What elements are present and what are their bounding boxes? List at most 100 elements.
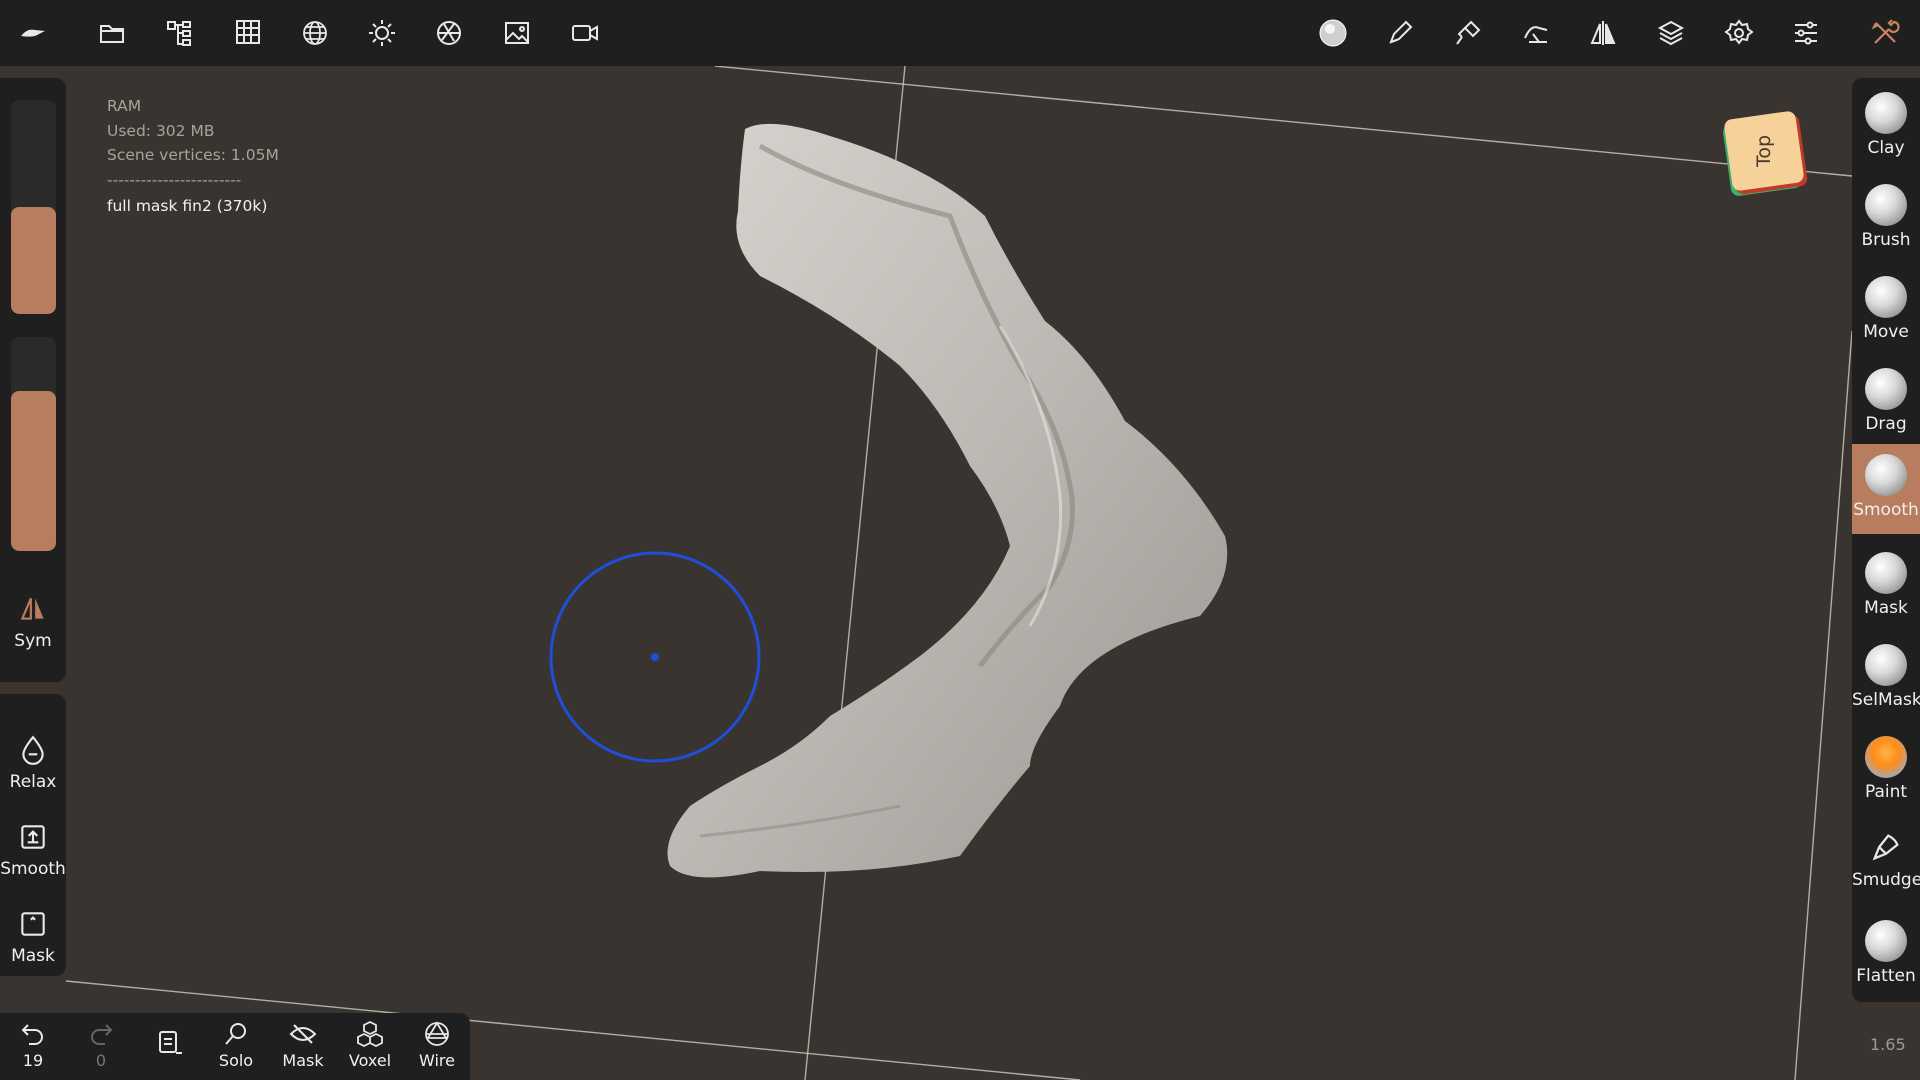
bottom-toolbar: 19 0 Solo Mask Voxel Wire xyxy=(0,1013,470,1080)
left-slider-panel: Sym xyxy=(0,78,66,682)
sliders-menu-icon[interactable] xyxy=(1786,14,1826,52)
model-name[interactable]: full mask fin2 (370k) xyxy=(107,194,279,219)
tool-label: SelMask xyxy=(1852,690,1920,710)
wire-label: Wire xyxy=(419,1051,455,1070)
tool-move[interactable]: Move xyxy=(1852,268,1920,358)
tool-drag[interactable]: Drag xyxy=(1852,360,1920,450)
folder-icon[interactable] xyxy=(92,14,132,52)
symmetry-icon[interactable] xyxy=(1583,14,1623,52)
mask-brush-icon xyxy=(1865,552,1907,594)
tools-wrench-icon[interactable] xyxy=(1865,14,1905,52)
tool-selmask[interactable]: SelMask xyxy=(1852,636,1920,726)
smooth-mask-button[interactable]: Smooth xyxy=(0,821,66,879)
undo-count: 19 xyxy=(22,1051,44,1070)
sculpt-mesh xyxy=(667,123,1228,878)
tool-label: Move xyxy=(1863,322,1909,342)
tool-clay[interactable]: Clay xyxy=(1852,84,1920,174)
material-shading-icon[interactable] xyxy=(429,14,469,52)
undo-button[interactable]: 19 xyxy=(1,1019,65,1070)
scene-tree-icon[interactable] xyxy=(160,14,200,52)
tool-label: Clay xyxy=(1867,138,1905,158)
tool-label: Flatten xyxy=(1856,966,1916,986)
redo-icon xyxy=(91,1024,113,1045)
undo-icon xyxy=(21,1024,43,1045)
scene-vertices: Scene vertices: 1.05M xyxy=(107,146,279,164)
mask-action-button[interactable]: Mask xyxy=(0,908,66,966)
mesh-sphere-icon[interactable] xyxy=(295,14,335,52)
selmask-brush-icon xyxy=(1865,644,1907,686)
radius-slider[interactable] xyxy=(11,100,56,314)
tool-label: Mask xyxy=(1864,598,1908,618)
droplet-icon xyxy=(22,735,44,765)
top-toolbar xyxy=(0,0,1920,66)
sculpt-viewport[interactable] xyxy=(0,66,1920,1080)
paint-brush-icon[interactable] xyxy=(1448,14,1488,52)
intensity-slider[interactable] xyxy=(11,337,56,551)
tool-label: Smooth xyxy=(1853,500,1919,520)
background-image-icon[interactable] xyxy=(497,14,537,52)
sym-button[interactable]: Sym xyxy=(0,593,66,651)
standard-brush-icon xyxy=(1865,184,1907,226)
intensity-slider-fill xyxy=(11,390,56,551)
mask-visibility-button[interactable]: Mask xyxy=(271,1019,335,1070)
smooth-label: Smooth xyxy=(0,859,66,879)
smudge-icon xyxy=(1872,834,1899,861)
logo-icon[interactable] xyxy=(13,14,53,52)
current-brush-icon[interactable] xyxy=(1313,14,1353,52)
symmetry-icon xyxy=(20,597,44,620)
voxel-label: Voxel xyxy=(348,1051,392,1070)
settings-gear-icon[interactable] xyxy=(1719,14,1759,52)
brush-tool-panel: Clay Brush Move Drag Smooth Mask SelMask… xyxy=(1852,78,1920,1002)
relax-button[interactable]: Relax xyxy=(0,734,66,792)
tool-label: Brush xyxy=(1861,230,1911,250)
left-action-panel: Relax Smooth Mask xyxy=(0,694,66,976)
stroke-pencil-icon[interactable] xyxy=(1380,14,1420,52)
tool-brush[interactable]: Brush xyxy=(1852,176,1920,266)
scene-info: RAM Used: 302 MB Scene vertices: 1.05M -… xyxy=(107,94,279,219)
view-cube-label: Top xyxy=(1753,134,1775,168)
paint-brush-icon xyxy=(1865,736,1907,778)
tool-paint[interactable]: Paint xyxy=(1852,728,1920,818)
brush-cursor xyxy=(549,551,761,763)
ram-used: Used: 302 MB xyxy=(107,121,215,140)
tool-smudge[interactable]: Smudge xyxy=(1852,820,1920,910)
tool-flatten[interactable]: Flatten xyxy=(1852,912,1920,1002)
flatten-brush-icon xyxy=(1865,920,1907,962)
redo-count: 0 xyxy=(95,1051,107,1070)
wire-button[interactable]: Wire xyxy=(405,1019,469,1070)
tool-smooth[interactable]: Smooth xyxy=(1852,444,1920,534)
voxel-button[interactable]: Voxel xyxy=(338,1019,402,1070)
radius-slider-fill xyxy=(11,207,56,314)
tool-label: Smudge xyxy=(1852,870,1920,890)
light-sun-icon[interactable] xyxy=(362,14,402,52)
mask-box-icon xyxy=(21,912,45,936)
solo-button[interactable]: Solo xyxy=(204,1019,268,1070)
tool-label: Paint xyxy=(1864,782,1908,802)
history-list-icon xyxy=(159,1031,182,1054)
ram-label: RAM xyxy=(107,97,142,115)
zoom-readout: 1.65 xyxy=(1870,1035,1906,1054)
history-button[interactable] xyxy=(137,1027,201,1059)
upload-box-icon xyxy=(21,825,45,849)
tool-label: Drag xyxy=(1865,414,1907,434)
mask-label: Mask xyxy=(11,946,55,966)
view-cube[interactable]: Top xyxy=(1723,110,1805,192)
clay-brush-icon xyxy=(1865,92,1907,134)
relax-label: Relax xyxy=(9,772,57,792)
mask-label: Mask xyxy=(282,1051,324,1070)
camera-icon[interactable] xyxy=(565,14,605,52)
voxel-cubes-icon xyxy=(357,1020,383,1048)
smooth-brush-icon xyxy=(1865,454,1907,496)
solo-label: Solo xyxy=(218,1051,254,1070)
info-separator: ------------------------ xyxy=(107,170,242,189)
sym-label: Sym xyxy=(14,631,52,651)
tool-mask[interactable]: Mask xyxy=(1852,544,1920,634)
search-icon xyxy=(225,1023,246,1045)
grid-topology-icon[interactable] xyxy=(228,14,268,52)
move-brush-icon xyxy=(1865,276,1907,318)
wireframe-sphere-icon xyxy=(425,1021,449,1046)
layers-icon[interactable] xyxy=(1651,14,1691,52)
hand-gesture-icon[interactable] xyxy=(1516,14,1556,52)
redo-button[interactable]: 0 xyxy=(69,1019,133,1070)
eye-slash-icon xyxy=(289,1024,317,1044)
